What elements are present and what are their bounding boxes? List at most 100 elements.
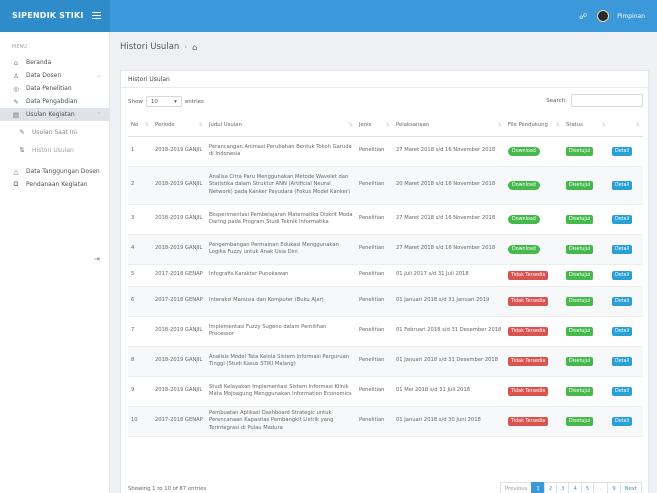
row-jenis: Penelitian — [356, 376, 393, 407]
page-9-button[interactable]: 9 — [607, 482, 621, 493]
detail-button[interactable]: Detail — [612, 270, 633, 280]
page-2-button[interactable]: 2 — [543, 482, 558, 493]
row-judul: Pembuatan Aplikasi Dashboard Strategic u… — [206, 406, 356, 437]
row-action: Detail — [609, 264, 643, 287]
page-title: Histori Usulan — [120, 42, 180, 52]
detail-button[interactable]: Detail — [612, 416, 633, 426]
detail-button[interactable]: Detail — [612, 326, 633, 336]
row-pelaksanaan: 20 Maret 2018 s/d 16 November 2018 — [393, 166, 505, 205]
row-status: Disetujui — [563, 166, 609, 205]
row-pelaksanaan: 01 Juli 2017 s/d 31 Juli 2018 — [393, 264, 505, 287]
menu-toggle-icon[interactable] — [92, 12, 101, 19]
row-action: Detail — [609, 406, 643, 437]
download-button[interactable]: Download — [508, 214, 540, 224]
column-header-label: No — [131, 121, 139, 128]
column-header-label: Status — [566, 121, 583, 128]
table-row: 9 2018-2019 GANJIL Studi Kelayakan Impleme… — [128, 376, 643, 407]
row-file: Tidak Tersedia — [505, 316, 563, 347]
row-periode: 2018-2019 GANJIL — [152, 346, 206, 377]
row-file: Tidak Tersedia — [505, 286, 563, 317]
row-jenis: Penelitian — [356, 234, 393, 265]
row-periode: 2017-2018 GENAP — [152, 406, 206, 437]
column-header-label: Judul Usulan — [209, 121, 242, 128]
globe-icon: ◎ — [13, 84, 19, 93]
file-unavailable-badge: Tidak Tersedia — [508, 356, 549, 366]
home-icon[interactable]: ⌂ — [192, 43, 197, 52]
detail-button[interactable]: Detail — [612, 296, 633, 306]
column-header[interactable]: Periode ⇅ — [152, 114, 206, 137]
sidebar-item-histori-usulan[interactable]: ⇅ Histori Usulan — [0, 141, 109, 159]
entries-value: 10 — [150, 98, 158, 105]
pencil-icon: ✎ — [19, 128, 25, 136]
entries-select[interactable]: 10 ▾ — [145, 96, 182, 107]
row-judul: Interaksi Manusia dan Komputer (Buku Aja… — [206, 286, 356, 317]
home-icon: ⌂ — [13, 58, 19, 67]
status-badge: Disetujui — [566, 180, 594, 190]
row-pelaksanaan: 01 Januari 2018 s/d 31 Januari 2019 — [393, 286, 505, 317]
column-header-label: Pelaksanaan — [396, 121, 430, 128]
sort-icon: ⇅ — [385, 121, 390, 128]
detail-button[interactable]: Detail — [612, 214, 633, 224]
row-judul: Infografis Karakter Punokawan — [206, 264, 356, 287]
column-header[interactable]: Jenis ⇅ — [356, 114, 393, 137]
sidebar-item-label: Histori Usulan — [32, 146, 74, 154]
search-label: Search: — [546, 97, 567, 104]
detail-button[interactable]: Detail — [612, 180, 633, 190]
download-button[interactable]: Download — [508, 244, 540, 254]
sidebar-item-data-tanggungan-dosen[interactable]: △ Data Tanggungan Dosen — [0, 165, 109, 178]
column-header[interactable]: ⇅ — [609, 114, 643, 137]
row-jenis: Penelitian — [356, 286, 393, 317]
download-button[interactable]: Download — [508, 180, 540, 190]
row-periode: 2018-2019 GANJIL — [152, 316, 206, 347]
column-header[interactable]: No ⇅ — [128, 114, 152, 137]
row-file: Download — [505, 136, 563, 167]
sidebar-item-usulan-saat-ini[interactable]: ✎ Usulan Saat Ini — [0, 123, 109, 141]
sidebar-item-label: Beranda — [26, 59, 52, 66]
sidebar-item-pendanaan-kegiatan[interactable]: ⧉ Pendanaan Kegiatan — [0, 178, 109, 191]
detail-button[interactable]: Detail — [612, 244, 633, 254]
next-page-button[interactable]: Next — [619, 482, 642, 493]
row-action: Detail — [609, 204, 643, 235]
page-4-button[interactable]: 4 — [568, 482, 582, 493]
network-icon[interactable]: ☍ — [579, 12, 587, 21]
column-header[interactable]: File Pendukung ⇅ — [505, 114, 563, 137]
row-number: 10 — [128, 406, 152, 437]
page-1-button[interactable]: 1 — [531, 482, 545, 493]
table-row: 6 2017-2018 GENAP Interaksi Manusia dan Ko… — [128, 286, 643, 317]
download-button[interactable]: Download — [508, 146, 540, 156]
column-header[interactable]: Pelaksanaan ⇅ — [393, 114, 505, 137]
sidebar-collapse-icon[interactable]: ⇥ — [94, 255, 100, 263]
sidebar-item-beranda[interactable]: ⌂ Beranda — [0, 56, 109, 69]
detail-button[interactable]: Detail — [612, 386, 633, 396]
row-judul: Eksperimentasi Pembelajaran Matematika D… — [206, 204, 356, 235]
row-file: Download — [505, 234, 563, 265]
row-judul: Perancangan Animasi Perubahan Bentuk Tok… — [206, 136, 356, 167]
sidebar-item-data-penelitian[interactable]: ◎ Data Penelitian — [0, 82, 109, 95]
search-input[interactable] — [571, 94, 643, 107]
table-row: 3 2018-2019 GANJIL Eksperimentasi Pembelaj… — [128, 204, 643, 235]
detail-button[interactable]: Detail — [612, 146, 633, 156]
page-3-button[interactable]: 3 — [556, 482, 570, 493]
table-info: Showing 1 to 10 of 87 entries — [128, 486, 207, 492]
page-5-button[interactable]: 5 — [580, 482, 595, 493]
column-header[interactable]: Status ⇅ — [563, 114, 609, 137]
row-status: Disetujui — [563, 346, 609, 377]
copy-icon: ⧉ — [13, 180, 19, 188]
detail-button[interactable]: Detail — [612, 356, 633, 366]
row-number: 8 — [128, 346, 152, 377]
sidebar-item-data-pengabdian[interactable]: ✎ Data Pengabdian — [0, 95, 109, 108]
row-number: 3 — [128, 204, 152, 235]
user-menu[interactable]: Pimpinan — [597, 10, 645, 22]
sidebar-item-usulan-kegiatan[interactable]: ▤ Usulan Kegiatan ⌃ — [0, 108, 109, 121]
user-name: Pimpinan — [617, 12, 645, 20]
column-header[interactable]: Judul Usulan ⇅ — [206, 114, 356, 137]
previous-page-button[interactable]: Previous — [499, 482, 533, 493]
sidebar-item-data-dosen[interactable]: ♙ Data Dosen ⌄ — [0, 69, 109, 82]
row-action: Detail — [609, 316, 643, 347]
row-status: Disetujui — [563, 234, 609, 265]
user-icon: ♙ — [13, 71, 19, 80]
sidebar-item-label: Data Tanggungan Dosen — [26, 168, 100, 175]
row-number: 1 — [128, 136, 152, 167]
row-pelaksanaan: 01 Januari 2018 s/d 30 Juni 2018 — [393, 406, 505, 437]
chevron-down-icon: ▾ — [174, 98, 177, 105]
